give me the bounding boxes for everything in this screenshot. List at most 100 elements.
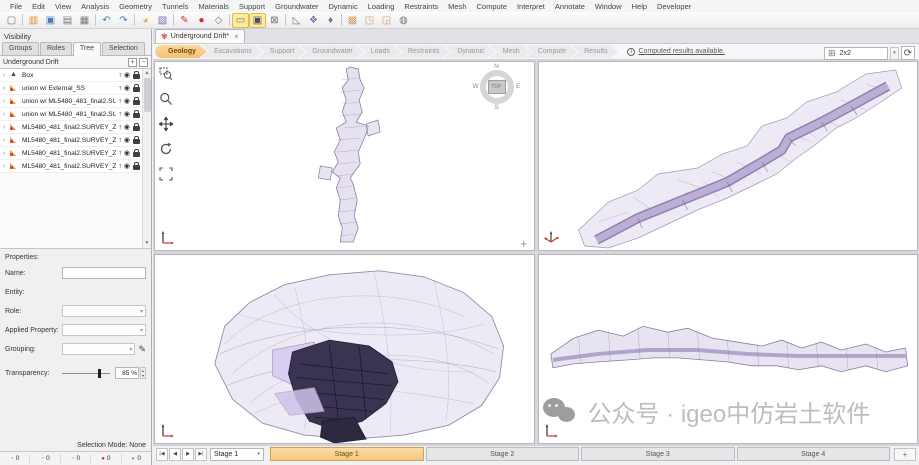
tab-compute[interactable]: Compute xyxy=(525,45,577,58)
sidebar-tab-selection[interactable]: Selection xyxy=(102,42,145,55)
expander-icon[interactable]: › xyxy=(3,124,10,131)
tab-loads[interactable]: Loads xyxy=(358,45,401,58)
menu-compute[interactable]: Compute xyxy=(472,1,512,12)
sidebar-tab-groups[interactable]: Groups xyxy=(2,42,39,55)
volume-icon[interactable]: ▩ xyxy=(344,13,361,28)
menu-annotate[interactable]: Annotate xyxy=(550,1,590,12)
scrollbar-thumb[interactable] xyxy=(144,78,151,112)
transparency-value[interactable]: 85 % xyxy=(115,367,139,379)
add-stage-button[interactable]: + xyxy=(894,448,916,461)
expand-all-button[interactable]: + xyxy=(128,58,137,67)
selection-lock-icon[interactable]: ▣ xyxy=(249,13,266,28)
menu-interpret[interactable]: Interpret xyxy=(512,1,550,12)
tab-groundwater[interactable]: Groundwater xyxy=(299,45,363,58)
tree-item[interactable]: › ▲ Box ↑ ◉ xyxy=(0,69,151,82)
menu-materials[interactable]: Materials xyxy=(193,1,233,12)
import-icon[interactable]: ◲ xyxy=(378,13,395,28)
menu-groundwater[interactable]: Groundwater xyxy=(270,1,323,12)
chart-icon[interactable]: ◕ xyxy=(137,13,154,28)
tree-item[interactable]: › ◣ union w/ External_SS ↑ ◉ xyxy=(0,82,151,95)
zoom-icon[interactable] xyxy=(158,91,173,106)
expander-icon[interactable]: › xyxy=(3,72,10,79)
tree-item[interactable]: › ◣ ML5480_481_final2.SURVEY_Z100_M ↑ ◉ xyxy=(0,134,151,147)
move-up-icon[interactable]: ↑ xyxy=(118,163,122,170)
menu-view[interactable]: View xyxy=(50,1,76,12)
lock-icon[interactable] xyxy=(133,165,140,170)
collapse-all-button[interactable]: − xyxy=(139,58,148,67)
tab-geology[interactable]: Geology xyxy=(155,45,207,58)
move-up-icon[interactable]: ↑ xyxy=(118,85,122,92)
compass-north[interactable]: N xyxy=(473,63,521,70)
scroll-up-icon[interactable]: ▲ xyxy=(145,69,150,78)
move-up-icon[interactable]: ↑ xyxy=(118,98,122,105)
compass-south[interactable]: S xyxy=(473,104,521,111)
compass-top-face[interactable]: TOP xyxy=(488,80,506,94)
chevron-down-icon[interactable]: ▾ xyxy=(890,47,899,60)
zoom-window-icon[interactable] xyxy=(158,66,173,81)
lock-icon[interactable] xyxy=(133,113,140,118)
viewport-bottom-left[interactable] xyxy=(154,254,535,444)
pan-icon[interactable] xyxy=(158,116,173,131)
menu-support[interactable]: Support xyxy=(234,1,270,12)
compass-east[interactable]: E xyxy=(516,83,520,90)
box-icon[interactable]: ◇ xyxy=(210,13,227,28)
last-stage-icon[interactable]: ▶| xyxy=(195,448,207,461)
stage-select[interactable]: Stage 1 ▾ xyxy=(210,448,264,461)
export-icon[interactable]: ◳ xyxy=(361,13,378,28)
transparency-slider[interactable] xyxy=(62,373,110,374)
redo-icon[interactable]: ↷ xyxy=(115,13,132,28)
open-icon[interactable]: ▥ xyxy=(25,13,42,28)
stage-tab-1[interactable]: Stage 1 xyxy=(270,447,424,461)
tree-scrollbar[interactable]: ▲ ▼ xyxy=(142,69,151,248)
stage-tab-3[interactable]: Stage 3 xyxy=(581,447,735,461)
viewport-top-left[interactable]: N S W E TOP + xyxy=(154,61,535,251)
tree-item[interactable]: › ◣ union w/ ML5480_481_final2.SURVEY ↑ … xyxy=(0,108,151,121)
move-up-icon[interactable]: ↑ xyxy=(118,72,122,79)
lock-icon[interactable] xyxy=(133,139,140,144)
visibility-eye-icon[interactable]: ◉ xyxy=(124,97,130,105)
apply-property-icon[interactable]: ❖ xyxy=(305,13,322,28)
tree-item[interactable]: › ◣ ML5480_481_final2.SURVEY_Z100_M ↑ ◉ xyxy=(0,147,151,160)
viewport-layout-select[interactable]: ⊞ 2x2 xyxy=(824,47,888,60)
new-file-icon[interactable]: ▢ xyxy=(3,13,20,28)
transparency-stepper[interactable]: ▴ ▾ xyxy=(140,367,146,379)
deselect-icon[interactable]: ⊠ xyxy=(266,13,283,28)
lock-icon[interactable] xyxy=(133,74,140,79)
move-up-icon[interactable]: ↑ xyxy=(118,137,122,144)
menu-developer[interactable]: Developer xyxy=(652,1,696,12)
visibility-eye-icon[interactable]: ◉ xyxy=(124,149,130,157)
expander-icon[interactable]: › xyxy=(3,163,10,170)
first-stage-icon[interactable]: |◀ xyxy=(156,448,168,461)
report-icon[interactable]: ▦ xyxy=(76,13,93,28)
menu-geometry[interactable]: Geometry xyxy=(114,1,157,12)
menu-dynamic[interactable]: Dynamic xyxy=(324,1,363,12)
tree-item[interactable]: › ◣ union w/ ML5480_481_final2.SURVEY ↑ … xyxy=(0,95,151,108)
slider-thumb[interactable] xyxy=(98,369,101,378)
computed-results-link[interactable]: Computed results available. xyxy=(638,48,724,55)
tab-mesh[interactable]: Mesh xyxy=(490,45,531,58)
tab-results[interactable]: Results xyxy=(571,45,618,58)
assign-property-icon[interactable]: ♦ xyxy=(322,13,339,28)
view-cube-compass[interactable]: N S W E TOP xyxy=(473,63,521,111)
menu-edit[interactable]: Edit xyxy=(27,1,50,12)
rotate-icon[interactable] xyxy=(158,141,173,156)
menu-tunnels[interactable]: Tunnels xyxy=(157,1,193,12)
visibility-eye-icon[interactable]: ◉ xyxy=(124,136,130,144)
viewport-top-right[interactable] xyxy=(538,61,919,251)
expander-icon[interactable]: › xyxy=(3,111,10,118)
next-stage-icon[interactable]: ▶ xyxy=(182,448,194,461)
move-up-icon[interactable]: ↑ xyxy=(118,124,122,131)
material-icon[interactable]: ● xyxy=(193,13,210,28)
print-icon[interactable]: ▤ xyxy=(59,13,76,28)
expander-icon[interactable]: › xyxy=(3,150,10,157)
stage-tab-4[interactable]: Stage 4 xyxy=(737,447,891,461)
menu-restraints[interactable]: Restraints xyxy=(399,1,443,12)
tools-icon[interactable]: ◍ xyxy=(395,13,412,28)
tree-item[interactable]: › ◣ ML5480_481_final2.SURVEY_Z100_M ↑ ◉ xyxy=(0,121,151,134)
menu-analysis[interactable]: Analysis xyxy=(76,1,114,12)
viewport-bottom-right[interactable]: 公众号 · igeo中仿岩土软件 xyxy=(538,254,919,444)
visibility-eye-icon[interactable]: ◉ xyxy=(124,71,130,79)
document-tab[interactable]: ✾ Underground Drift* × xyxy=(155,29,245,43)
name-field[interactable] xyxy=(62,267,146,279)
previous-stage-icon[interactable]: ◀ xyxy=(169,448,181,461)
